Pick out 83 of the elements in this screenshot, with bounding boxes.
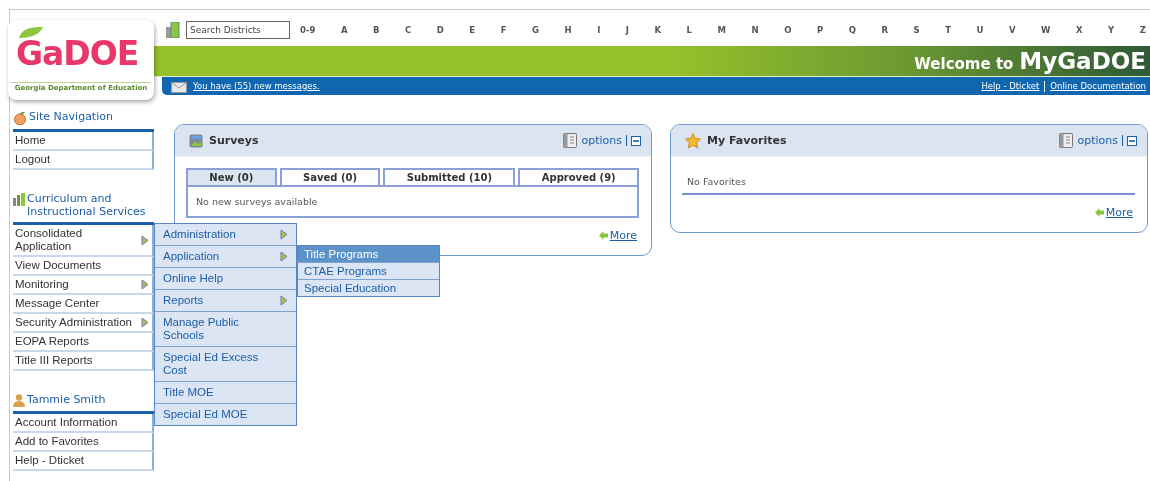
document-icon [563, 133, 578, 148]
index-link[interactable]: W [1041, 25, 1051, 35]
menu-item[interactable]: Manage Public Schools [155, 312, 296, 347]
nav-item[interactable]: Message Center [13, 295, 154, 314]
empty-message: No new surveys available [196, 196, 318, 207]
nav-item[interactable]: Security Administration [13, 314, 154, 333]
index-link[interactable]: E [469, 25, 476, 35]
menu-item[interactable]: CTAE Programs [298, 263, 439, 280]
index-link[interactable]: Q [848, 25, 856, 35]
menu-item[interactable]: Special Ed MOE [155, 404, 296, 425]
empty-message: No Favorites [687, 176, 746, 187]
peach-icon [13, 111, 27, 125]
bar-chart-icon [13, 193, 25, 206]
index-link[interactable]: Z [1139, 25, 1146, 35]
index-link[interactable]: T [945, 25, 951, 35]
document-icon [1059, 133, 1074, 148]
nav-item[interactable]: Add to Favorites [13, 433, 154, 452]
index-link[interactable]: V [1008, 25, 1016, 35]
arrow-icon [598, 231, 608, 240]
nav-item[interactable]: View Documents [13, 257, 154, 276]
building-icon [166, 22, 180, 38]
picture-icon [189, 133, 203, 148]
star-icon [685, 132, 701, 149]
index-link[interactable]: M [717, 25, 726, 35]
index-link[interactable]: B [373, 25, 380, 35]
nav-item[interactable]: Account Information [13, 414, 154, 433]
tab[interactable]: Approved (9) [518, 168, 639, 185]
search-field[interactable]: Search Districts [186, 21, 290, 39]
menu-item[interactable]: Reports [155, 290, 296, 312]
collapse-icon[interactable] [631, 135, 641, 146]
more-link[interactable]: More [609, 229, 637, 242]
index-link[interactable]: I [597, 25, 601, 35]
index-link[interactable]: X [1075, 25, 1083, 35]
options-link[interactable]: options [581, 134, 622, 147]
nav-item[interactable]: EOPA Reports [13, 333, 154, 352]
mail-icon [171, 82, 187, 93]
index-link[interactable]: A [340, 25, 348, 35]
more-link[interactable]: More [1105, 206, 1133, 219]
panel-title: Surveys [209, 134, 260, 147]
messages-link[interactable]: You have (55) new messages. [193, 81, 320, 91]
nav-item[interactable]: Help - Dticket [13, 452, 154, 471]
arrow-icon [1094, 208, 1104, 217]
person-icon [13, 394, 25, 407]
index-link[interactable]: Y [1107, 25, 1115, 35]
index-link[interactable]: L [686, 25, 693, 35]
menu-item[interactable]: Special Education [298, 280, 439, 296]
tab[interactable]: Saved (0) [279, 168, 381, 185]
leaf-icon [18, 24, 44, 40]
nav-item[interactable]: Monitoring [13, 276, 154, 295]
section-title: Tammie Smith [27, 393, 106, 406]
index-link[interactable]: N [751, 25, 759, 35]
options-link[interactable]: options [1077, 134, 1118, 147]
collapse-icon[interactable] [1127, 135, 1137, 146]
section-title: Site Navigation [29, 110, 113, 123]
index-link[interactable]: F [500, 25, 507, 35]
index-link[interactable]: U [976, 25, 984, 35]
index-link[interactable]: C [405, 25, 412, 35]
index-link[interactable]: H [564, 25, 572, 35]
menu-item[interactable]: Title MOE [155, 382, 296, 404]
nav-item[interactable]: Home [13, 132, 154, 151]
panel-title: My Favorites [707, 134, 788, 147]
site-name: MyGaDOE [1019, 48, 1146, 74]
menu-item[interactable]: Special Ed Excess Cost [155, 347, 296, 382]
tab[interactable]: Submitted (10) [383, 168, 516, 185]
nav-item[interactable]: Logout [13, 151, 154, 170]
index-link[interactable]: J [625, 25, 629, 35]
index-link[interactable]: S [913, 25, 920, 35]
menu-item[interactable]: Administration [155, 224, 296, 246]
index-link[interactable]: R [881, 25, 888, 35]
nav-item[interactable]: Title III Reports [13, 352, 154, 371]
index-link[interactable]: P [816, 25, 824, 35]
index-link[interactable]: D [436, 25, 444, 35]
index-link[interactable]: 0-9 [300, 25, 316, 35]
index-link[interactable]: O [784, 25, 792, 35]
index-link[interactable]: K [654, 25, 662, 35]
tab[interactable]: New (0) [186, 168, 277, 185]
logo-text: GaDOE [16, 34, 139, 74]
menu-item[interactable]: Online Help [155, 268, 296, 290]
header-link[interactable]: Online Documentation [1050, 81, 1146, 91]
welcome-text: Welcome to [914, 55, 1014, 73]
header-link[interactable]: Help - Dticket [981, 81, 1040, 91]
section-title: Curriculum and Instructional Services [27, 192, 147, 218]
index-link[interactable]: G [532, 25, 539, 35]
